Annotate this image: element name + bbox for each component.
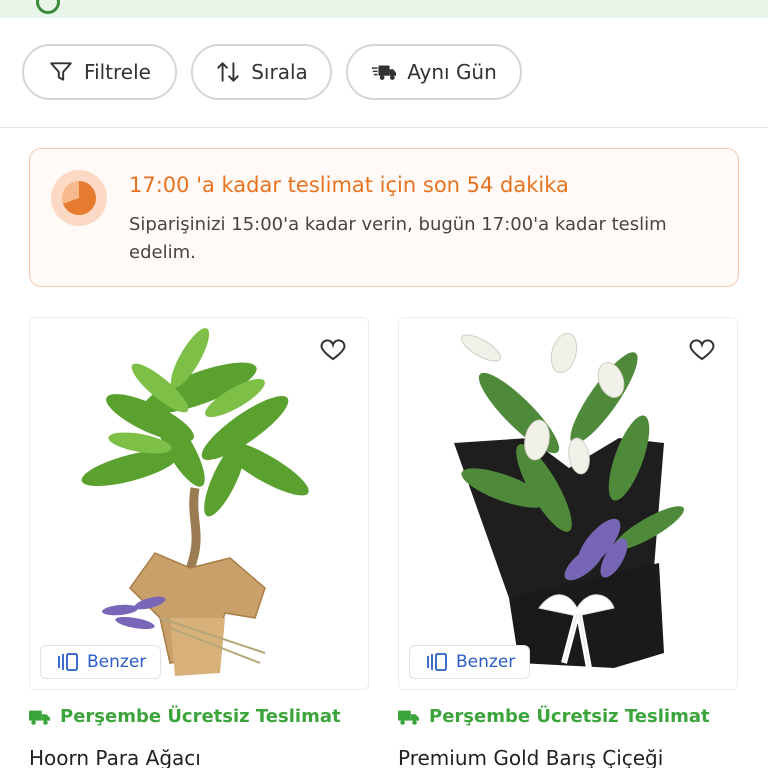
favorite-button[interactable] <box>681 328 723 370</box>
sort-arrows-icon <box>217 62 239 82</box>
similar-products-button[interactable]: Benzer <box>40 645 162 679</box>
product-card[interactable]: Benzer <box>29 317 369 690</box>
fast-truck-icon <box>372 65 397 80</box>
product-name[interactable]: Premium Gold Barış Çiçeği <box>398 746 663 768</box>
delivery-info: Perşembe Ücretsiz Teslimat <box>398 706 710 727</box>
top-header-strip <box>0 0 768 18</box>
delivery-info: Perşembe Ücretsiz Teslimat <box>29 706 341 727</box>
product-name[interactable]: Hoorn Para Ağacı <box>29 746 201 768</box>
logo-icon <box>36 0 60 14</box>
filter-button[interactable]: Filtrele <box>22 44 177 100</box>
filter-bar: Filtrele Sırala Aynı Gün <box>0 18 768 128</box>
similar-label: Benzer <box>87 652 147 672</box>
delivery-label: Perşembe Ücretsiz Teslimat <box>60 706 341 727</box>
product-image <box>399 318 737 689</box>
sort-label: Sırala <box>251 60 308 84</box>
banner-title: 17:00 'a kadar teslimat için son 54 daki… <box>129 173 569 197</box>
same-day-label: Aynı Gün <box>407 60 497 84</box>
similar-items-icon <box>427 653 447 671</box>
sort-button[interactable]: Sırala <box>191 44 332 100</box>
similar-label: Benzer <box>456 652 516 672</box>
similar-products-button[interactable]: Benzer <box>409 645 531 679</box>
funnel-icon <box>50 62 72 81</box>
banner-description: Siparişinizi 15:00'a kadar verin, bugün … <box>129 214 667 263</box>
similar-items-icon <box>58 653 78 671</box>
clock-icon <box>51 170 107 226</box>
product-card[interactable]: Benzer <box>398 317 738 690</box>
delivery-label: Perşembe Ücretsiz Teslimat <box>429 706 710 727</box>
truck-icon <box>398 710 420 725</box>
product-image <box>30 318 368 689</box>
filter-label: Filtrele <box>84 60 151 84</box>
heart-icon <box>320 339 346 361</box>
favorite-button[interactable] <box>312 328 354 370</box>
heart-icon <box>689 339 715 361</box>
delivery-countdown-banner: 17:00 'a kadar teslimat için son 54 daki… <box>29 148 739 287</box>
truck-icon <box>29 710 51 725</box>
same-day-button[interactable]: Aynı Gün <box>346 44 522 100</box>
